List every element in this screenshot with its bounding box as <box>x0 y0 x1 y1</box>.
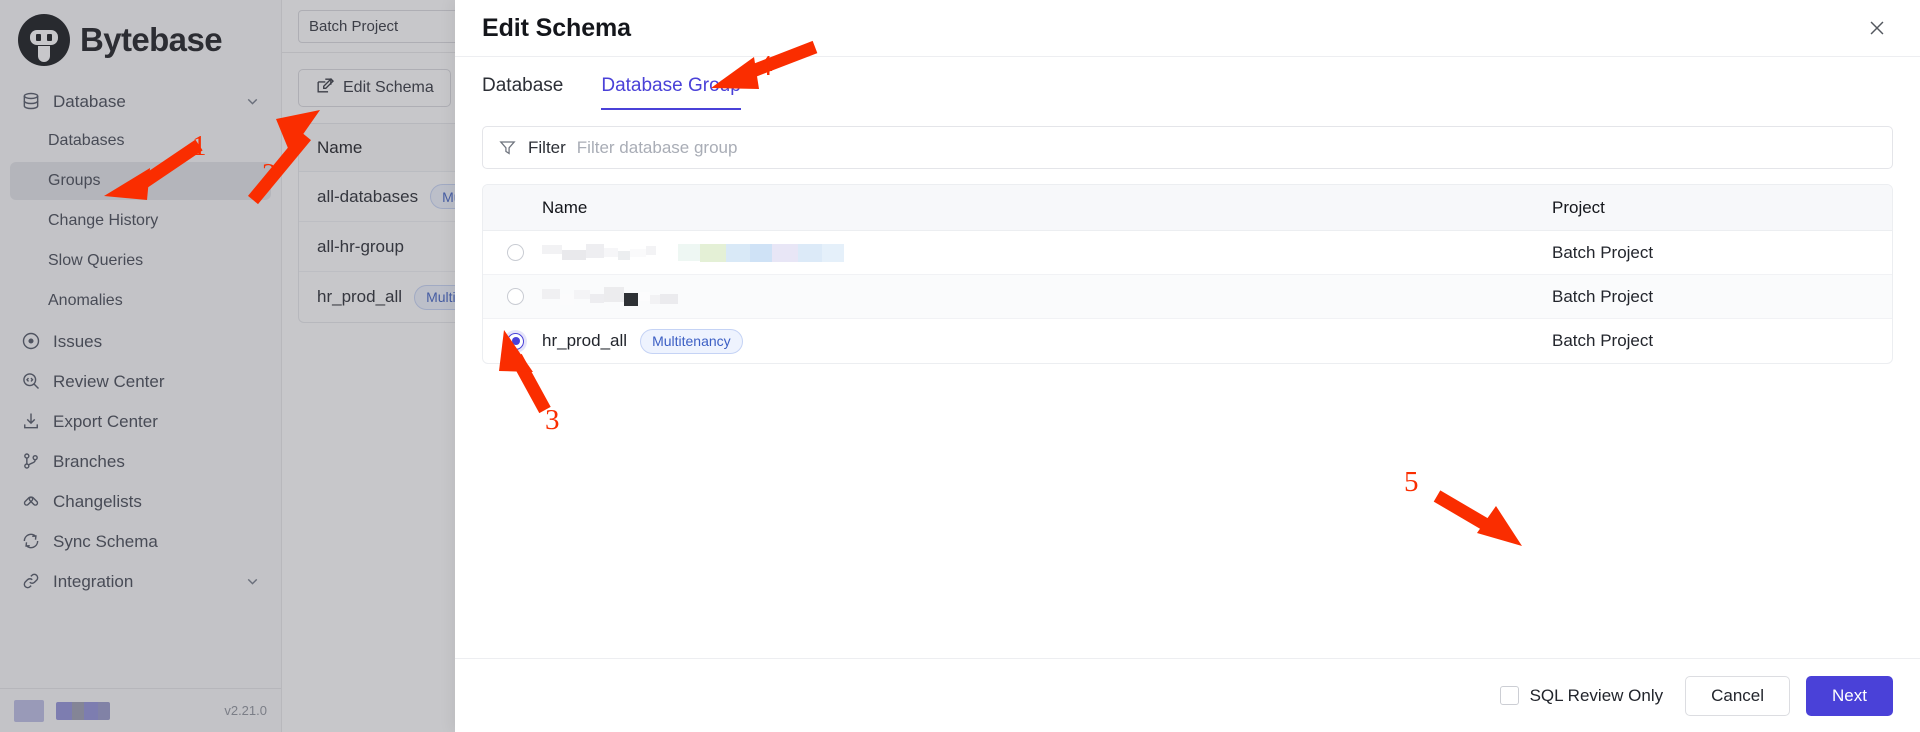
screen-root: Bytebase Database Databases Groups Chang… <box>0 0 1920 732</box>
sql-review-only-label: SQL Review Only <box>1529 685 1664 705</box>
column-header-name: Name <box>542 197 588 217</box>
tab-label: Database Group <box>601 75 741 96</box>
modal-footer: SQL Review Only Cancel Next <box>455 658 1920 732</box>
row-name-label: hr_prod_all <box>542 331 628 350</box>
column-header-project: Project <box>1552 197 1605 217</box>
modal-body: Database Database Group Filter Filter da… <box>455 57 1920 658</box>
modal-backdrop[interactable] <box>0 0 455 732</box>
table-row[interactable]: hr_prod_all Multitenancy Batch Project <box>483 319 1892 363</box>
filter-bar[interactable]: Filter Filter database group <box>482 126 1893 169</box>
status-badge: Multitenancy <box>640 328 743 354</box>
checkbox-box[interactable] <box>1499 686 1519 705</box>
tab-database[interactable]: Database <box>482 75 563 110</box>
table-row[interactable]: Batch Project <box>483 231 1892 275</box>
database-group-table: Name Project Batch Project Batch Project… <box>482 184 1893 364</box>
tab-label: Database <box>482 75 564 96</box>
filter-label: Filter <box>528 137 566 157</box>
edit-schema-modal: Edit Schema Database Database Group Filt… <box>455 0 1920 732</box>
search-input[interactable]: Filter database group <box>577 138 738 158</box>
row-radio[interactable] <box>483 244 542 261</box>
filter-icon <box>498 138 517 157</box>
redacted-content <box>542 242 844 264</box>
next-button[interactable]: Next <box>1806 675 1893 716</box>
table-row[interactable]: Batch Project <box>483 275 1892 319</box>
tab-database-group[interactable]: Database Group <box>601 75 741 110</box>
row-name-redacted <box>542 242 1552 264</box>
sql-review-only-checkbox[interactable]: SQL Review Only <box>1499 685 1664 706</box>
cancel-button[interactable]: Cancel <box>1685 675 1791 716</box>
row-project: Batch Project <box>1552 242 1654 262</box>
modal-header: Edit Schema <box>455 0 1920 57</box>
table-header: Name Project <box>483 185 1892 231</box>
close-icon[interactable] <box>1862 13 1892 43</box>
row-project: Batch Project <box>1552 286 1654 306</box>
row-name: hr_prod_all Multitenancy <box>542 328 1552 354</box>
row-project: Batch Project <box>1552 331 1654 350</box>
row-name-redacted <box>542 286 1552 308</box>
redacted-content <box>542 286 678 308</box>
modal-tabs: Database Database Group <box>482 57 1893 110</box>
page-title: Edit Schema <box>482 13 631 42</box>
row-radio-hr-prod-all[interactable] <box>483 332 542 350</box>
row-radio[interactable] <box>483 288 542 305</box>
